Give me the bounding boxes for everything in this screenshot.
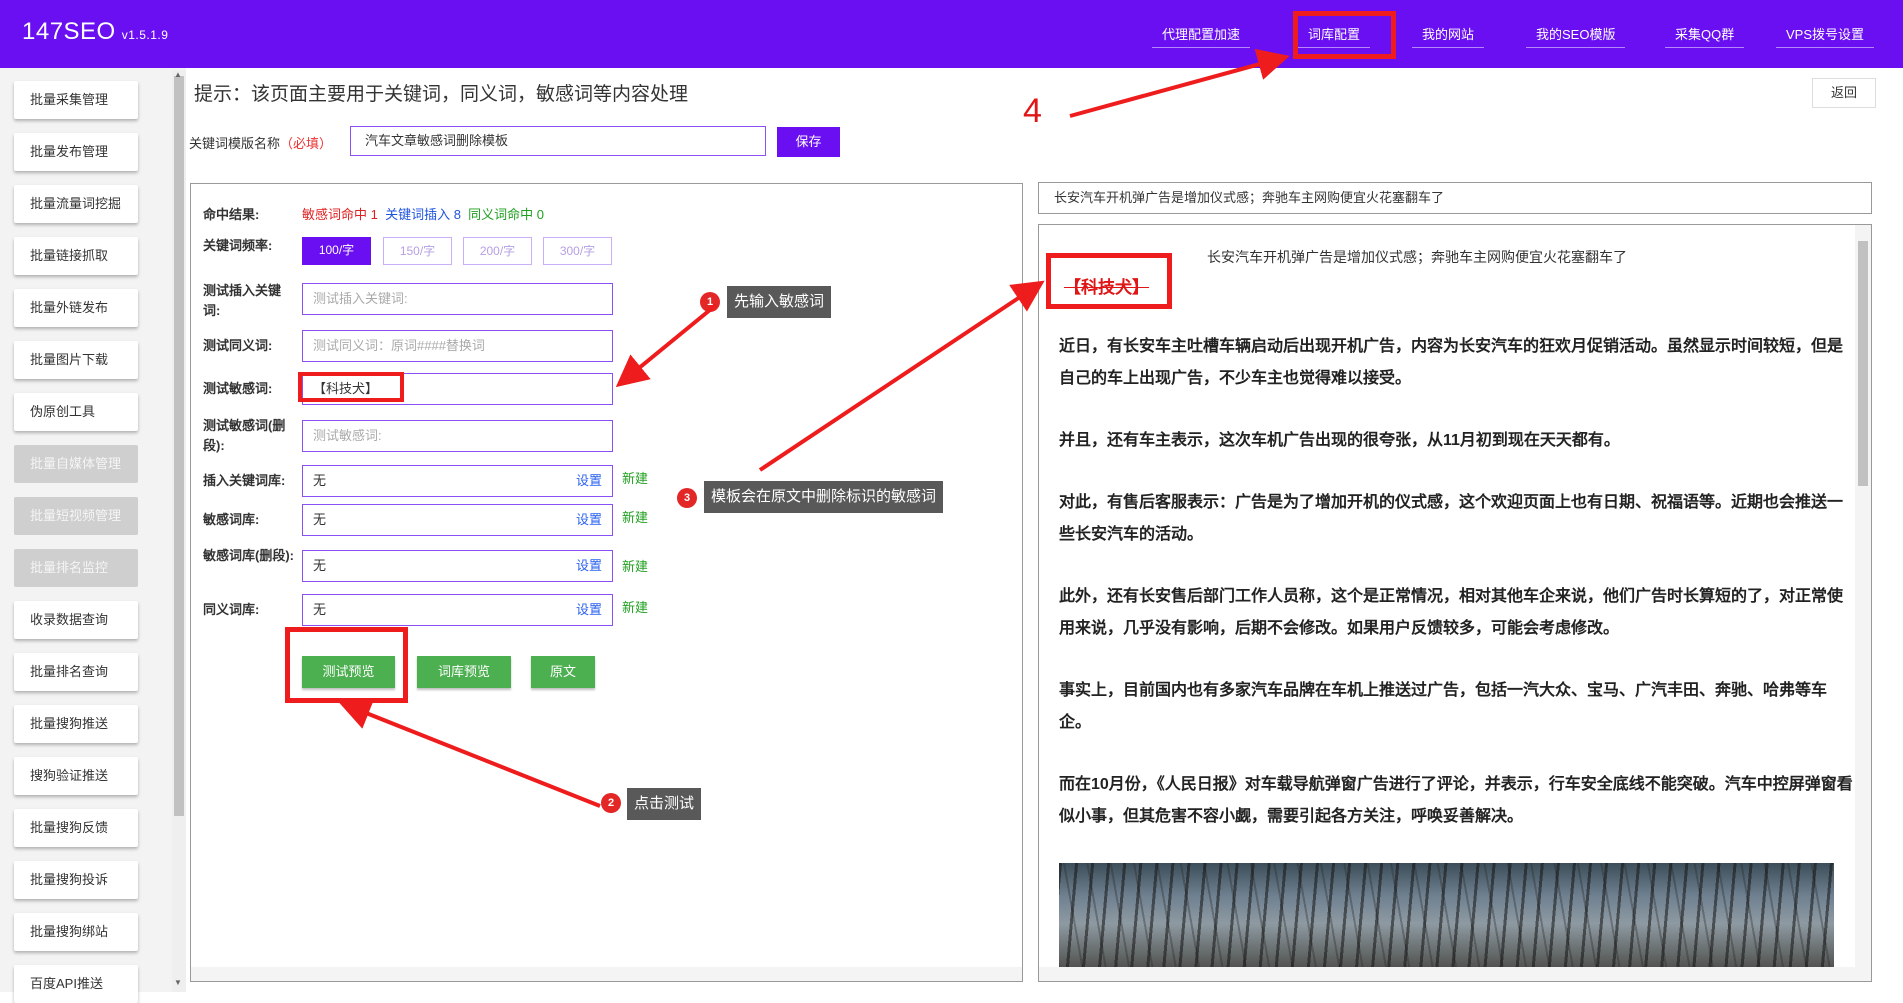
template-name-input[interactable]: 汽车文章敏感词删除模板 bbox=[350, 126, 766, 156]
sensitive-del-lib-new-link[interactable]: 新建 bbox=[622, 556, 648, 575]
save-button[interactable]: 保存 bbox=[777, 127, 840, 157]
freq-option-150[interactable]: 150/字 bbox=[383, 237, 452, 265]
step-3-callout: 模板会在原文中删除标识的敏感词 bbox=[704, 481, 944, 513]
sensitive-del-lib-set-link[interactable]: 设置 bbox=[576, 551, 602, 581]
sidebar-item[interactable]: 伪原创工具 bbox=[14, 393, 138, 431]
sensitive-input-highlight bbox=[298, 372, 404, 402]
insert-lib-set-link[interactable]: 设置 bbox=[576, 466, 602, 496]
sidebar-scrollbar-thumb[interactable] bbox=[174, 76, 184, 816]
synonym-lib-select[interactable]: 无设置 bbox=[302, 594, 613, 626]
test-sensitive-del-input[interactable]: 测试敏感词: bbox=[302, 420, 613, 452]
preview-paragraph: 而在10月份，《人民日报》对车载导航弹窗广告进行了评论，并表示，行车安全底线不能… bbox=[1059, 776, 1853, 825]
freq-option-100[interactable]: 100/字 bbox=[302, 237, 371, 265]
sidebar-item[interactable]: 批量发布管理 bbox=[14, 133, 138, 171]
step-2-marker: 2 bbox=[601, 793, 621, 813]
sidebar-item[interactable]: 批量采集管理 bbox=[14, 81, 138, 119]
preview-paragraph: 对此，有售后客服表示：广告是为了增加开机的仪式感，这个欢迎页面上也有日期、祝福语… bbox=[1059, 494, 1844, 543]
preview-paragraph: 事实上，目前国内也有多家汽车品牌在车机上推送过广告，包括一汽大众、宝马、广汽丰田… bbox=[1059, 682, 1828, 731]
preview-paragraph: 近日，有长安车主吐槽车辆启动后出现开机广告，内容为长安汽车的狂欢月促销活动。虽然… bbox=[1059, 338, 1844, 387]
sidebar-item[interactable]: 收录数据查询 bbox=[14, 601, 138, 639]
synonym-lib-new-link[interactable]: 新建 bbox=[622, 597, 648, 616]
app-logo: 147SEO v1.5.1.9 bbox=[22, 18, 169, 45]
insert-lib-label: 插入关键词库: bbox=[203, 473, 286, 488]
original-text-button[interactable]: 原文 bbox=[531, 656, 595, 688]
sidebar-item[interactable]: 批量搜狗推送 bbox=[14, 705, 138, 743]
sensitive-del-lib-label: 敏感词库(删段): bbox=[203, 548, 294, 563]
config-panel-scrollbar[interactable] bbox=[191, 967, 1022, 981]
step-2-callout: 点击测试 bbox=[627, 788, 702, 820]
preview-title: 长安汽车开机弹广告是增加仪式感；奔驰车主网购便宜火花塞翻车了 bbox=[1207, 249, 1627, 265]
frequency-label: 关键词频率: bbox=[203, 238, 273, 253]
insert-lib-new-link[interactable]: 新建 bbox=[622, 468, 648, 487]
preview-paragraph: 此外，还有长安售后部门工作人员称，这个是正常情况，相对其他车企来说，他们广告时长… bbox=[1059, 588, 1844, 637]
removed-sensitive-tag: 【科技犬】 bbox=[1064, 278, 1149, 297]
top-bar: 147SEO v1.5.1.9 代理配置加速 词库配置 我的网站 我的SEO模版 … bbox=[0, 0, 1903, 68]
sidebar-item[interactable]: 批量流量词挖掘 bbox=[14, 185, 138, 223]
step-4-marker: 4 bbox=[1023, 92, 1042, 130]
scroll-down-icon[interactable]: ▼ bbox=[174, 978, 182, 987]
preview-scrollbar-thumb[interactable] bbox=[1858, 241, 1868, 486]
step-3-marker: 3 bbox=[677, 488, 697, 508]
sidebar-item[interactable]: 批量搜狗投诉 bbox=[14, 861, 138, 899]
step-1-callout: 先输入敏感词 bbox=[727, 286, 832, 318]
sidebar-item: 批量排名监控 bbox=[14, 549, 138, 587]
sidebar-item[interactable]: 批量图片下载 bbox=[14, 341, 138, 379]
result-values: 敏感词命中 1 关键词插入 8 同义词命中 0 bbox=[302, 207, 544, 222]
test-synonym-label: 测试同义词: bbox=[203, 338, 273, 353]
test-synonym-input[interactable]: 测试同义词：原词####替换词 bbox=[302, 330, 613, 362]
article-preview: 长安汽车开机弹广告是增加仪式感；奔驰车主网购便宜火花塞翻车了 【科技犬】 近日，… bbox=[1038, 224, 1872, 982]
test-keyword-input[interactable]: 测试插入关键词: bbox=[302, 283, 613, 315]
sidebar-item[interactable]: 搜狗验证推送 bbox=[14, 757, 138, 795]
scroll-up-icon[interactable]: ▲ bbox=[174, 70, 182, 79]
sensitive-lib-select[interactable]: 无设置 bbox=[302, 504, 613, 536]
insert-lib-select[interactable]: 无设置 bbox=[302, 465, 613, 497]
step-1-marker: 1 bbox=[700, 292, 720, 312]
sidebar-item[interactable]: 百度API推送 bbox=[14, 965, 138, 1003]
sidebar-item[interactable]: 批量排名查询 bbox=[14, 653, 138, 691]
sensitive-lib-label: 敏感词库: bbox=[203, 512, 260, 527]
sidebar-item[interactable]: 批量链接抓取 bbox=[14, 237, 138, 275]
preview-paragraph: 并且，还有车主表示，这次车机广告出现的很夸张，从11月初到现在天天都有。 bbox=[1059, 432, 1620, 449]
freq-option-200[interactable]: 200/字 bbox=[463, 237, 532, 265]
page-hint: 提示：该页面主要用于关键词，同义词，敏感词等内容处理 bbox=[194, 84, 689, 105]
lexicon-preview-button[interactable]: 词库预览 bbox=[417, 656, 511, 688]
article-photo bbox=[1059, 863, 1834, 973]
nav-vps-dial[interactable]: VPS拨号设置 bbox=[1776, 22, 1875, 48]
sidebar-item: 批量自媒体管理 bbox=[14, 445, 138, 483]
sidebar-item: 批量短视频管理 bbox=[14, 497, 138, 535]
sidebar-item[interactable]: 批量搜狗反馈 bbox=[14, 809, 138, 847]
preview-horizontal-scrollbar[interactable] bbox=[1039, 967, 1871, 981]
synonym-lib-label: 同义词库: bbox=[203, 602, 260, 617]
sensitive-del-lib-select[interactable]: 无设置 bbox=[302, 550, 613, 582]
sensitive-lib-new-link[interactable]: 新建 bbox=[622, 507, 648, 526]
freq-option-300[interactable]: 300/字 bbox=[543, 237, 612, 265]
test-sensitive-label: 测试敏感词: bbox=[203, 381, 273, 396]
synonym-lib-set-link[interactable]: 设置 bbox=[576, 595, 602, 625]
sidebar-item[interactable]: 批量外链发布 bbox=[14, 289, 138, 327]
article-title-field: 长安汽车开机弹广告是增加仪式感；奔驰车主网购便宜火花塞翻车了 bbox=[1038, 182, 1872, 214]
nav-my-sites[interactable]: 我的网站 bbox=[1412, 22, 1485, 48]
nav-qq-groups[interactable]: 采集QQ群 bbox=[1665, 22, 1745, 48]
test-button-highlight bbox=[285, 627, 408, 703]
nav-highlight-box bbox=[1293, 11, 1396, 59]
nav-seo-templates[interactable]: 我的SEO模版 bbox=[1526, 22, 1626, 48]
nav-proxy-config[interactable]: 代理配置加速 bbox=[1152, 22, 1251, 48]
result-label: 命中结果: bbox=[203, 207, 260, 222]
sensitive-lib-set-link[interactable]: 设置 bbox=[576, 505, 602, 535]
template-name-label: 关键词模版名称（必填） bbox=[189, 136, 333, 151]
sidebar-item[interactable]: 批量搜狗绑站 bbox=[14, 913, 138, 951]
test-keyword-label: 测试插入关键词: bbox=[203, 283, 282, 318]
back-button[interactable]: 返回 bbox=[1812, 78, 1876, 108]
test-sensitive-del-label: 测试敏感词(删段): bbox=[203, 418, 286, 453]
